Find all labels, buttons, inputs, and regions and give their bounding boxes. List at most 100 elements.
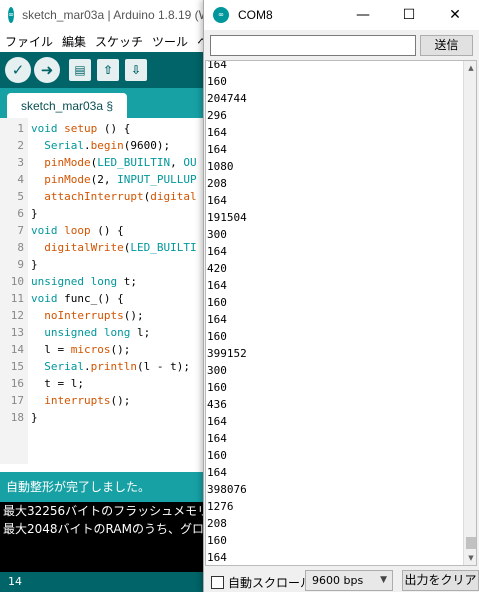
ide-titlebar: ∞ sketch_mar03a | Arduino 1.8.19 (W: [0, 0, 210, 30]
checkbox-icon: [211, 576, 224, 589]
arrow-down-icon: ⇩: [130, 63, 142, 77]
code-line: 5 attachInterrupt(digital: [0, 188, 210, 205]
serial-output-line: 296: [207, 109, 227, 122]
ide-console: 最大32256バイトのフラッシュメモリ 最大2048バイトのRAMのうち、グロー: [0, 502, 210, 572]
serial-output-line: 1080: [207, 160, 234, 173]
line-number: 18: [10, 411, 24, 424]
code-line: 11 void func_() {: [0, 290, 210, 307]
maximize-icon: ☐: [402, 7, 416, 23]
code-text: unsigned long t;: [31, 275, 137, 288]
console-line: 最大2048バイトのRAMのうち、グロー: [3, 522, 210, 536]
line-number: 10: [10, 275, 24, 288]
code-text: unsigned long l;: [44, 326, 151, 339]
arrow-right-icon: ➜: [40, 61, 54, 79]
arduino-logo-icon: ∞: [8, 7, 15, 23]
code-text: void setup () {: [31, 122, 131, 135]
code-line: 8 digitalWrite(LED_BUILTI: [0, 239, 210, 256]
code-line: 16 t = l;: [0, 375, 210, 392]
line-number: 12: [10, 309, 24, 322]
code-line: 12 noInterrupts();: [0, 307, 210, 324]
code-line: 14 l = micros();: [0, 341, 210, 358]
arduino-ide-window: ∞ sketch_mar03a | Arduino 1.8.19 (W ファイル…: [0, 0, 210, 592]
serial-output-line: 160: [207, 449, 227, 462]
serial-output-line: 399152: [207, 347, 247, 360]
clear-output-button[interactable]: 出力をクリア: [402, 570, 479, 591]
serial-monitor-window: ∞ COM8 — ☐ ✕ 送信 164 160 204744 296 164 164 108…: [203, 0, 479, 592]
serial-output-line: 191504: [207, 211, 247, 224]
close-button[interactable]: ✕: [432, 0, 478, 30]
serial-output-line: 208: [207, 517, 227, 530]
serial-output-line: 164: [207, 143, 227, 156]
serial-output-text: 164 160 204744 296 164 164 1080 208 164 191504 300…: [207, 60, 462, 565]
line-number: 17: [10, 394, 24, 407]
open-sketch-button[interactable]: ⇧: [97, 59, 119, 81]
code-line: 7 void loop () {: [0, 222, 210, 239]
code-line: 1 void setup () {: [0, 120, 210, 137]
serial-window-title: COM8: [238, 8, 273, 22]
code-editor[interactable]: 1 void setup () {2 Serial.begin(9600); 3 p…: [0, 118, 210, 464]
code-text: l = micros();: [31, 343, 131, 356]
code-text: noInterrupts();: [44, 309, 144, 322]
menu-sketch[interactable]: スケッチ: [95, 33, 143, 50]
code-text: Serial.begin(9600);: [44, 139, 171, 152]
serial-output-line: 164: [207, 466, 227, 479]
vertical-scrollbar[interactable]: ▲ ▼: [463, 61, 476, 565]
tab-sketch[interactable]: sketch_mar03a §: [7, 93, 127, 118]
serial-output-line: 164: [207, 279, 227, 292]
document-icon: ▤: [74, 63, 86, 77]
scroll-down-icon[interactable]: ▼: [464, 551, 476, 565]
line-number: 4: [17, 173, 24, 186]
code-text: void loop () {: [31, 224, 124, 237]
serial-output-line: 300: [207, 228, 227, 241]
ide-menubar: ファイル 編集 スケッチ ツール ヘルプ: [0, 30, 210, 52]
line-number: 15: [10, 360, 24, 373]
chevron-down-icon: ▼: [380, 575, 387, 585]
close-icon: ✕: [449, 7, 461, 23]
code-text: }: [31, 207, 38, 220]
maximize-button[interactable]: ☐: [386, 0, 432, 30]
arduino-logo-icon: ∞: [213, 7, 229, 23]
code-text: pinMode(LED_BUILTIN, OU: [44, 156, 197, 169]
line-number: 1: [17, 122, 24, 135]
serial-output[interactable]: 164 160 204744 296 164 164 1080 208 164 191504 300…: [205, 60, 477, 566]
line-number: 13: [10, 326, 24, 339]
send-input[interactable]: [210, 35, 416, 56]
line-indicator: 14: [0, 572, 210, 592]
line-number: 16: [10, 377, 24, 390]
line-number: 14: [10, 343, 24, 356]
serial-output-line: 164: [207, 60, 227, 71]
code-line: 17 interrupts();: [0, 392, 210, 409]
new-sketch-button[interactable]: ▤: [69, 59, 91, 81]
serial-output-line: 204744: [207, 92, 247, 105]
save-sketch-button[interactable]: ⇩: [125, 59, 147, 81]
serial-output-line: 160: [207, 296, 227, 309]
minimize-button[interactable]: —: [340, 0, 386, 30]
line-number: 7: [17, 224, 24, 237]
autoscroll-checkbox[interactable]: 自動スクロール: [211, 574, 312, 591]
serial-output-line: 164: [207, 126, 227, 139]
scrollbar-thumb[interactable]: [466, 537, 476, 549]
send-button[interactable]: 送信: [420, 35, 473, 56]
verify-button[interactable]: ✓: [5, 57, 31, 83]
menu-file[interactable]: ファイル: [5, 33, 53, 50]
menu-edit[interactable]: 編集: [62, 33, 86, 50]
serial-output-line: 436: [207, 398, 227, 411]
code-line: 3 pinMode(LED_BUILTIN, OU: [0, 154, 210, 171]
code-text: t = l;: [31, 377, 84, 390]
code-text: interrupts();: [44, 394, 131, 407]
menu-tools[interactable]: ツール: [152, 33, 188, 50]
scroll-up-icon[interactable]: ▲: [464, 61, 476, 75]
upload-button[interactable]: ➜: [34, 57, 60, 83]
ide-tab-bar: sketch_mar03a §: [0, 88, 210, 118]
checkmark-icon: ✓: [11, 61, 25, 79]
autoscroll-label: 自動スクロール: [228, 576, 313, 590]
ide-window-title: sketch_mar03a | Arduino 1.8.19 (W: [22, 8, 210, 22]
code-line: 13 unsigned long l;: [0, 324, 210, 341]
serial-output-line: 164: [207, 432, 227, 445]
serial-output-line: 160: [207, 381, 227, 394]
serial-output-line: 164: [207, 194, 227, 207]
baud-rate-select[interactable]: 9600 bps ▼: [305, 570, 393, 591]
serial-titlebar: ∞ COM8 — ☐ ✕: [204, 0, 479, 30]
serial-output-line: 398076: [207, 483, 247, 496]
serial-output-line: 208: [207, 177, 227, 190]
